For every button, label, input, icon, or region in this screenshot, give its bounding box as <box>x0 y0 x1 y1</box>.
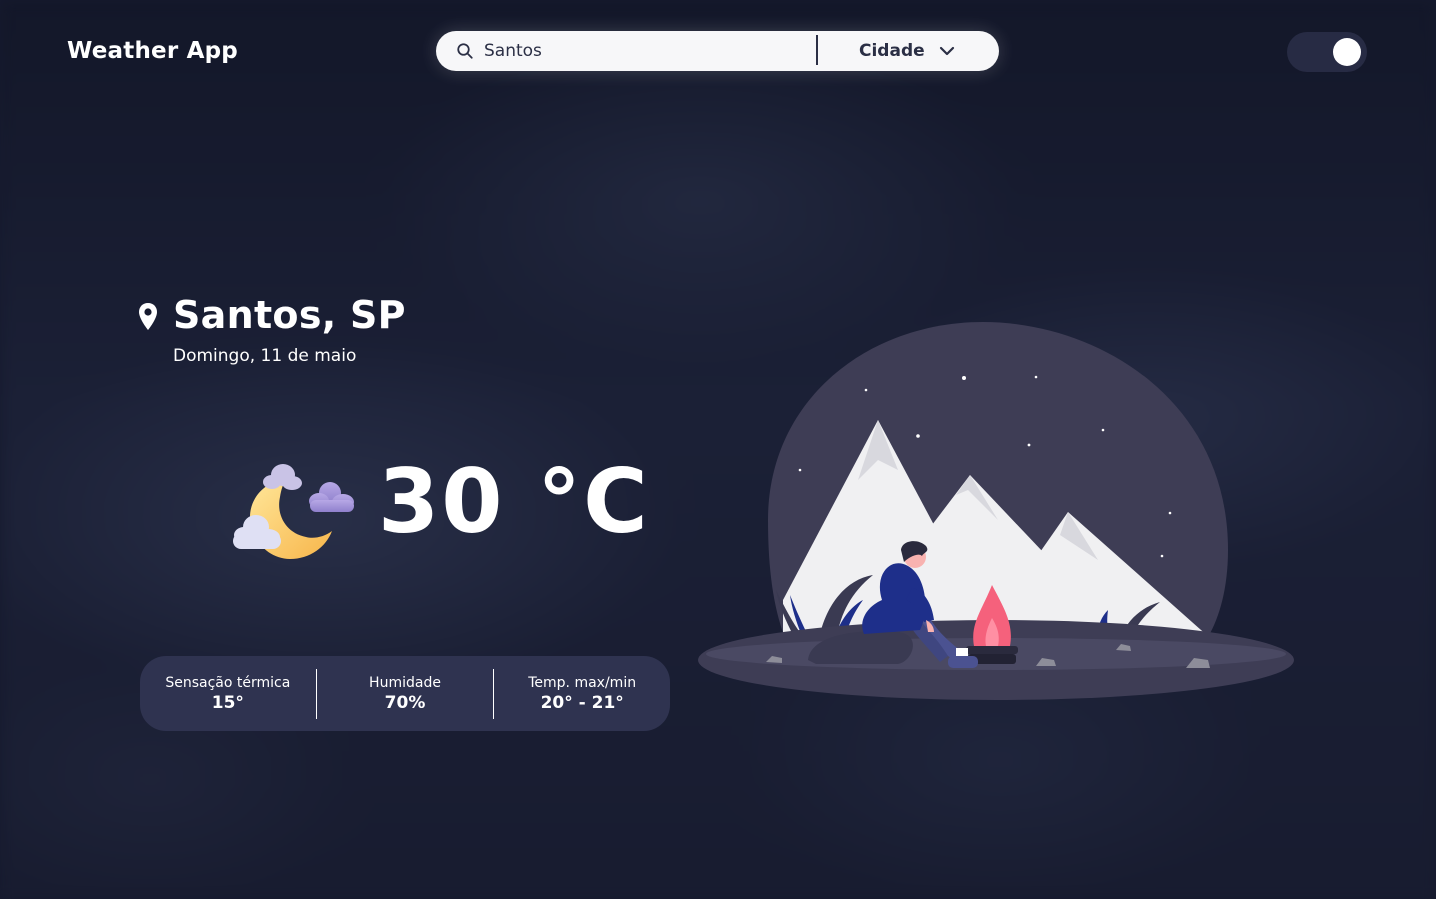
date-label: Domingo, 11 de maio <box>173 346 357 366</box>
search-bar: Cidade <box>436 31 999 71</box>
search-type-dropdown[interactable]: Cidade <box>842 31 987 71</box>
app-title: Weather App <box>67 38 238 64</box>
theme-toggle[interactable] <box>1287 32 1367 72</box>
stats-panel: Sensação térmica 15° Humidade 70% Temp. … <box>140 656 670 731</box>
stat-feels-like: Sensação térmica 15° <box>140 675 316 713</box>
stat-value: 15° <box>211 692 244 713</box>
night-camping-illustration <box>698 322 1294 700</box>
stat-label: Temp. max/min <box>528 674 637 691</box>
search-input[interactable] <box>484 37 804 65</box>
city-name: Santos, SP <box>173 293 406 337</box>
moon-clouds-icon <box>233 464 354 559</box>
temperature-value: 30 °C <box>378 450 650 553</box>
location-pin-icon <box>139 303 157 330</box>
search-divider <box>816 35 818 65</box>
stat-label: Sensação térmica <box>165 674 291 691</box>
stat-value: 70% <box>384 692 426 713</box>
stat-temp-range: Temp. max/min 20° - 21° <box>494 675 670 713</box>
toggle-knob <box>1333 38 1361 66</box>
search-type-label: Cidade <box>859 41 925 61</box>
stat-humidity: Humidade 70% <box>317 675 493 713</box>
chevron-down-icon <box>939 46 954 56</box>
stat-label: Humidade <box>369 674 441 691</box>
search-icon <box>457 43 473 59</box>
stat-value: 20° - 21° <box>540 692 624 713</box>
